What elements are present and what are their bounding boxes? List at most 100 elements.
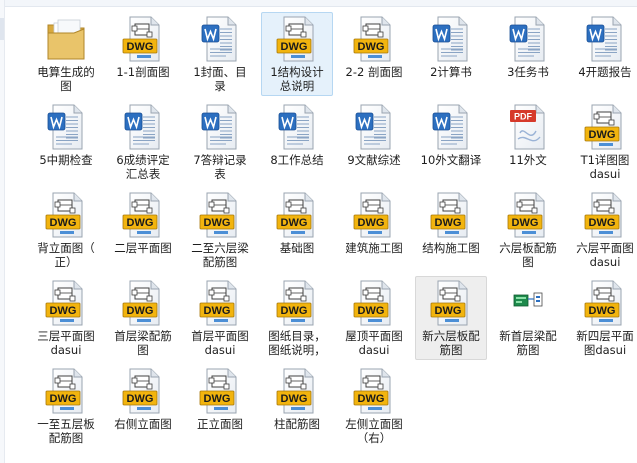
file-name-label: 电算生成的 图: [37, 65, 95, 93]
dwg-file-icon: DWG: [121, 191, 165, 239]
file-item[interactable]: 8工作总结: [261, 100, 333, 184]
dwg-file-icon: DWG: [198, 191, 242, 239]
file-name-label: 柱配筋图: [274, 417, 320, 431]
file-item[interactable]: DWG 六层平面图 dasui: [569, 188, 637, 272]
file-item[interactable]: 4开题报告: [569, 12, 637, 96]
file-item[interactable]: 6成绩评定 汇总表: [107, 100, 179, 184]
file-item[interactable]: DWG 1结构设计 总说明: [261, 12, 333, 96]
pdf-file-icon: PDF: [506, 103, 550, 151]
word-document-icon: [198, 103, 242, 151]
dwg-file-icon: DWG: [352, 15, 396, 63]
file-name-label: 2计算书: [430, 65, 472, 79]
pdf-badge-text: PDF: [514, 112, 533, 122]
navigation-pane-edge[interactable]: [0, 0, 5, 463]
dwg-badge-text: DWG: [281, 41, 308, 53]
file-item[interactable]: DWG 新六层板配 筋图: [415, 276, 487, 360]
file-name-label: 4开题报告: [578, 65, 632, 79]
file-name-label: 9文献综述: [347, 153, 401, 167]
file-name-label: 基础图: [279, 241, 315, 255]
file-name-label: 8工作总结: [270, 153, 324, 167]
file-item[interactable]: 电算生成的 图: [30, 12, 102, 96]
dwg-badge-text: DWG: [50, 217, 77, 229]
file-item[interactable]: DWG 结构施工图: [415, 188, 487, 272]
file-name-label: 1结构设计 总说明: [270, 65, 324, 93]
file-item[interactable]: 2计算书: [415, 12, 487, 96]
file-item[interactable]: 新首层梁配 筋图: [492, 276, 564, 360]
file-item[interactable]: DWG 图纸目录， 图纸说明，: [261, 276, 333, 360]
dwg-badge-text: DWG: [127, 305, 154, 317]
file-name-label: 2-2 剖面图: [345, 65, 403, 79]
word-document-icon: [44, 103, 88, 151]
dwg-file-icon: DWG: [429, 191, 473, 239]
file-name-label: 二至六层梁 配筋图: [191, 241, 249, 269]
file-item[interactable]: DWG 六层板配筋 图: [492, 188, 564, 272]
file-item[interactable]: 3任务书: [492, 12, 564, 96]
dwg-badge-text: DWG: [127, 217, 154, 229]
dwg-file-icon: DWG: [583, 279, 627, 327]
file-name-label: 结构施工图: [422, 241, 480, 255]
file-name-label: 首层平面图 dasui: [191, 329, 249, 357]
dwg-badge-text: DWG: [358, 41, 385, 53]
file-item[interactable]: 7答辩记录 表: [184, 100, 256, 184]
file-item[interactable]: DWG 柱配筋图: [261, 364, 333, 448]
file-name-label: 图纸目录， 图纸说明，: [268, 329, 326, 357]
word-document-icon: [429, 103, 473, 151]
dwg-file-icon: DWG: [275, 279, 319, 327]
word-document-icon: [506, 15, 550, 63]
file-item[interactable]: DWG 2-2 剖面图: [338, 12, 410, 96]
dwg-badge-text: DWG: [204, 305, 231, 317]
file-name-label: 5中期检查: [39, 153, 93, 167]
dwg-badge-text: DWG: [204, 217, 231, 229]
file-item[interactable]: DWG 1-1剖面图: [107, 12, 179, 96]
file-item[interactable]: DWG 右侧立面图: [107, 364, 179, 448]
dwg-file-icon: DWG: [275, 191, 319, 239]
file-item[interactable]: DWG 左侧立面图 （右）: [338, 364, 410, 448]
dwg-badge-text: DWG: [358, 217, 385, 229]
file-item[interactable]: DWG 三层平面图 dasui: [30, 276, 102, 360]
dwg-file-icon: DWG: [275, 15, 319, 63]
dwg-badge-text: DWG: [358, 305, 385, 317]
dwg-file-icon: DWG: [198, 367, 242, 415]
dwg-badge-text: DWG: [589, 217, 616, 229]
file-name-label: 正立面图: [197, 417, 243, 431]
dwg-file-icon: DWG: [121, 279, 165, 327]
file-item[interactable]: 5中期检查: [30, 100, 102, 184]
dwg-badge-text: DWG: [127, 393, 154, 405]
word-document-icon: [583, 15, 627, 63]
file-item[interactable]: 10外文翻译: [415, 100, 487, 184]
dwg-badge-text: DWG: [204, 393, 231, 405]
dwg-badge-text: DWG: [589, 129, 616, 141]
file-name-label: 11外文: [509, 153, 547, 167]
word-document-icon: [275, 103, 319, 151]
file-item[interactable]: 1封面、目 录: [184, 12, 256, 96]
file-item[interactable]: DWG 二至六层梁 配筋图: [184, 188, 256, 272]
word-document-icon: [352, 103, 396, 151]
dwg-badge-text: DWG: [50, 305, 77, 317]
dwg-badge-text: DWG: [281, 393, 308, 405]
file-item[interactable]: DWG 建筑施工图: [338, 188, 410, 272]
file-name-label: 六层平面图 dasui: [576, 241, 634, 269]
file-item[interactable]: DWG 背立面图（ 正）: [30, 188, 102, 272]
file-item[interactable]: DWG 屋顶平面图 dasui: [338, 276, 410, 360]
file-item[interactable]: DWG 首层平面图 dasui: [184, 276, 256, 360]
file-item[interactable]: 9文献综述: [338, 100, 410, 184]
dwg-file-icon: DWG: [198, 279, 242, 327]
word-document-icon: [429, 15, 473, 63]
dwg-badge-text: DWG: [281, 305, 308, 317]
dwg-file-icon: DWG: [583, 191, 627, 239]
file-item[interactable]: PDF 11外文: [492, 100, 564, 184]
dwg-file-icon: DWG: [44, 191, 88, 239]
file-item[interactable]: DWG T1详图图 dasui: [569, 100, 637, 184]
dwg-badge-text: DWG: [50, 393, 77, 405]
dwg-file-icon: DWG: [583, 103, 627, 151]
file-item[interactable]: DWG 首层梁配筋 图: [107, 276, 179, 360]
file-item[interactable]: DWG 基础图: [261, 188, 333, 272]
file-item[interactable]: DWG 一至五层板 配筋图: [30, 364, 102, 448]
pane-splitter[interactable]: [0, 18, 4, 40]
file-name-label: 屋顶平面图 dasui: [345, 329, 403, 357]
file-item[interactable]: DWG 二层平面图: [107, 188, 179, 272]
dwg-file-icon: DWG: [352, 367, 396, 415]
file-name-label: T1详图图 dasui: [580, 153, 630, 181]
file-item[interactable]: DWG 正立面图: [184, 364, 256, 448]
file-item[interactable]: DWG 新四层平面 图dasui: [569, 276, 637, 360]
